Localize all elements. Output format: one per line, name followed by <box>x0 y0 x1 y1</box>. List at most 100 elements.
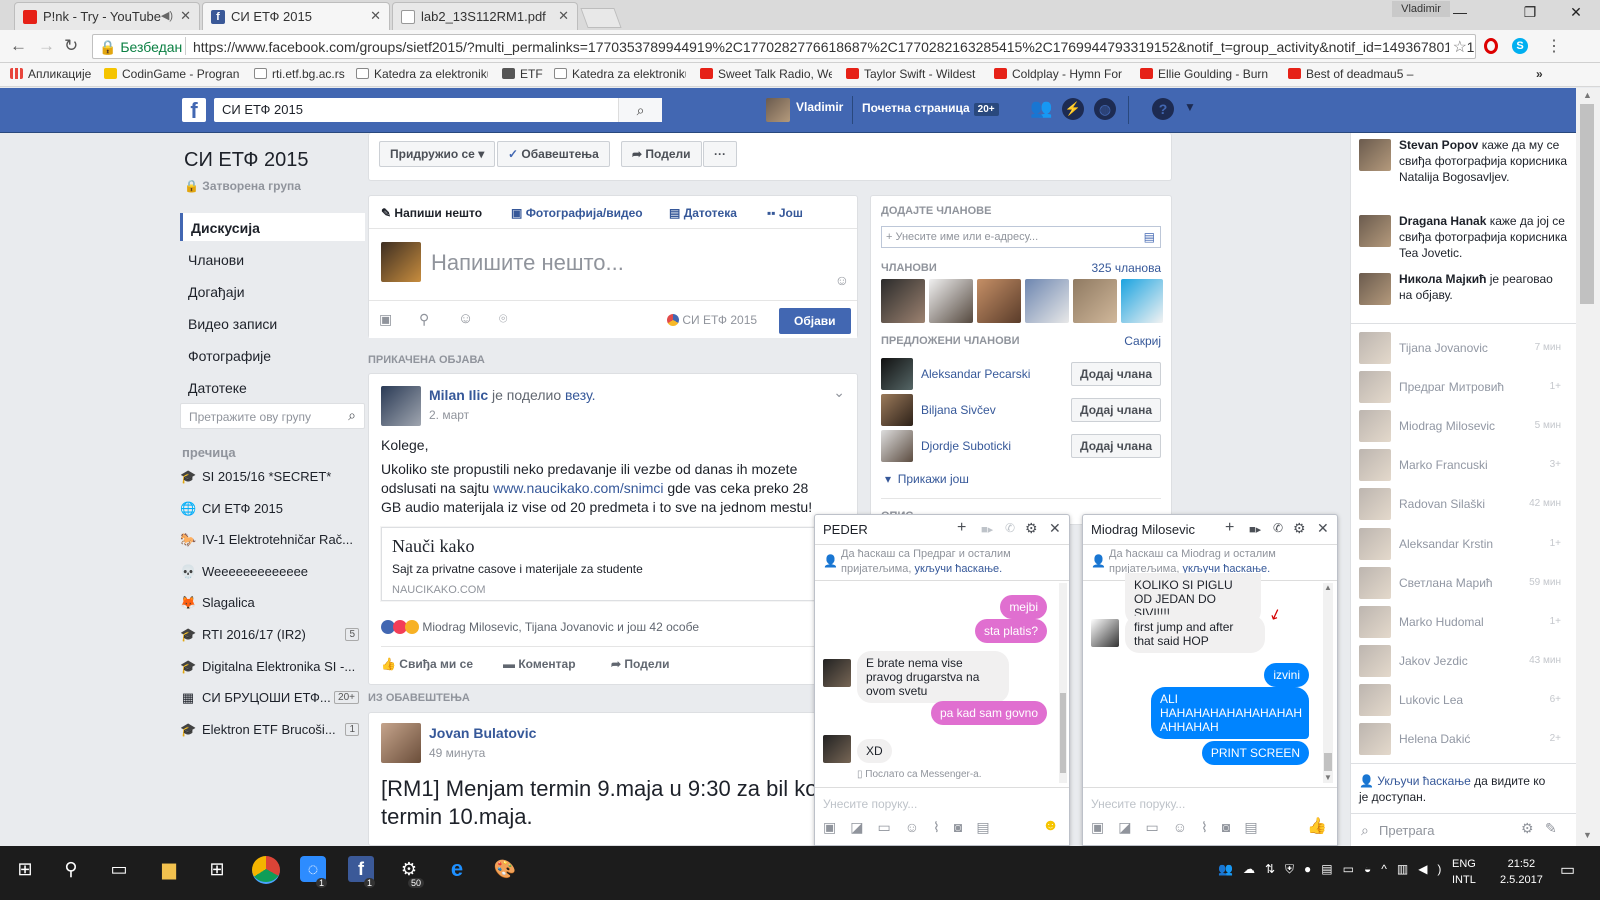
post-input[interactable]: Напишите нешто... <box>431 250 624 276</box>
emoji-icon[interactable]: ☺ <box>1173 819 1201 835</box>
camera-icon[interactable]: ◙ <box>954 819 976 835</box>
share-button[interactable]: ➦ Подели <box>621 141 702 167</box>
gear-icon[interactable]: ⚙ <box>1521 820 1534 837</box>
windows-start-icon[interactable]: ⊞ <box>12 856 38 882</box>
search-icon[interactable]: ⌕ <box>348 407 356 424</box>
facebook-logo-icon[interactable]: f <box>182 98 206 123</box>
add-member-button[interactable]: Додај члана <box>1071 434 1162 458</box>
scrollbar-thumb[interactable] <box>1324 753 1332 771</box>
share-post-button[interactable]: ➦ Подели <box>611 657 670 671</box>
member-avatar[interactable] <box>1073 279 1117 323</box>
contact-item[interactable]: Marko Francuski 3+ <box>1351 446 1571 485</box>
app-icon[interactable]: ● <box>1304 862 1321 876</box>
contact-item[interactable]: Helena Dakić 2+ <box>1351 720 1571 759</box>
turn-on-chat-link[interactable]: Укључи ћаскање <box>1377 774 1470 788</box>
bookmark-item[interactable]: Ellie Goulding - Burn <box>1140 67 1270 81</box>
member-avatar[interactable] <box>977 279 1021 323</box>
post-link[interactable]: www.naucikako.com/snimci <box>493 480 663 496</box>
nav-photos[interactable]: Фотографије <box>180 341 365 369</box>
shortcut-group-item[interactable]: 🎓 Elektron ETF Brucoši... 1 <box>180 722 365 738</box>
show-more-link[interactable]: ▾ Прикажи још <box>885 472 969 486</box>
action-center-icon[interactable]: ▭ <box>1560 860 1575 880</box>
avatar[interactable] <box>881 430 913 462</box>
emoji-reaction-icon[interactable]: ☻ <box>1042 817 1059 835</box>
shortcut-group-item[interactable]: 🌐 СИ ЕТФ 2015 <box>180 501 365 517</box>
activity-item[interactable]: Никола Мајкић је реаговао на објаву. <box>1359 271 1569 331</box>
bookmark-item[interactable]: Best of deadmau5 – <box>1288 67 1424 81</box>
member-avatar[interactable] <box>1121 279 1163 323</box>
contact-item[interactable]: Radovan Silaški 42 мин <box>1351 485 1571 524</box>
scroll-up-icon[interactable]: ▲ <box>1583 90 1592 100</box>
nav-members[interactable]: Чланови <box>180 245 365 273</box>
sticker-icon[interactable]: ◪ <box>850 819 877 835</box>
photo-icon[interactable]: ▣ <box>379 311 392 328</box>
sticker-icon[interactable]: ◪ <box>1118 819 1145 835</box>
chat-scrollbar[interactable]: ▲ ▼ <box>1323 583 1333 783</box>
bookmark-item[interactable]: Taylor Swift - Wildest <box>846 67 980 81</box>
new-tab-button[interactable] <box>580 8 622 28</box>
tab-file[interactable]: ▤ Датотека <box>669 206 737 220</box>
avatar[interactable] <box>881 358 913 390</box>
contact-item[interactable]: Jakov Jezdic 43 мин <box>1351 642 1571 681</box>
clipboard-icon[interactable]: ▤ <box>976 819 1003 835</box>
address-bar[interactable]: 🔒 Безбедан https://www.facebook.com/grou… <box>92 34 1476 59</box>
close-tab-icon[interactable]: ✕ <box>370 8 381 24</box>
post-button[interactable]: Објави <box>779 308 851 334</box>
shield-icon[interactable]: ⛨ <box>1285 862 1304 876</box>
suggested-name[interactable]: Aleksandar Pecarski <box>921 367 1030 381</box>
menu-icon[interactable]: ⋮ <box>1546 36 1562 56</box>
attachment-icon[interactable]: ⌇ <box>933 819 954 835</box>
file-explorer-icon[interactable]: ▆ <box>156 856 182 882</box>
scroll-down-icon[interactable]: ▼ <box>1324 773 1332 782</box>
search-icon[interactable]: ⌕ <box>618 98 662 122</box>
more-options-button[interactable]: ··· <box>703 141 737 167</box>
contact-item[interactable]: Miodrag Milosevic 5 мин <box>1351 407 1571 446</box>
notifications-globe-icon[interactable]: ◍ <box>1094 98 1116 120</box>
add-person-icon[interactable]: + <box>957 519 966 537</box>
joined-button[interactable]: Придружио се ▾ <box>379 141 496 167</box>
tag-people-icon[interactable]: ⚲ <box>419 311 429 328</box>
nav-discussion[interactable]: Дискусија <box>180 213 365 241</box>
facebook-search-input[interactable]: СИ ЕТФ 2015 ⌕ <box>214 98 662 122</box>
scrollbar-thumb[interactable] <box>1060 693 1066 773</box>
clipboard-icon[interactable]: ▤ <box>1244 819 1271 835</box>
display-icon[interactable]: ▭ <box>1343 862 1364 876</box>
volume-icon[interactable]: ◀) <box>1418 862 1451 876</box>
messenger-icon[interactable]: ⚡ <box>1062 98 1084 120</box>
notifications-button[interactable]: ✓ Обавештења <box>497 141 610 167</box>
feeling-icon[interactable]: ☺ <box>458 310 473 327</box>
bookmark-item[interactable]: Katedra za elektroniku <box>554 67 686 81</box>
add-member-input[interactable]: + Унесите име или е-адресу... ▤ <box>881 226 1161 248</box>
chat-title[interactable]: PEDER <box>823 522 868 537</box>
friend-requests-icon[interactable]: 👥 <box>1030 98 1052 119</box>
maximize-icon[interactable]: ❐ <box>1520 4 1540 21</box>
avatar[interactable] <box>766 98 790 122</box>
gif-icon[interactable]: ▭ <box>1145 819 1172 835</box>
member-avatar[interactable] <box>881 279 925 323</box>
edge-icon[interactable]: e <box>444 856 470 882</box>
members-count-link[interactable]: 325 чланова <box>1092 261 1162 275</box>
suggested-name[interactable]: Djordje Suboticki <box>921 439 1011 453</box>
emoji-icon[interactable]: ☺ <box>835 272 849 288</box>
contact-item[interactable]: Lukovic Lea 6+ <box>1351 681 1571 720</box>
contact-item[interactable]: Предраг Митровић 1+ <box>1351 368 1571 407</box>
comment-button[interactable]: ▬ Коментар <box>503 657 576 671</box>
hide-suggestions-link[interactable]: Сакриј <box>1124 334 1161 348</box>
close-icon[interactable]: ✕ <box>1317 520 1329 537</box>
sidebar-search-input[interactable]: ⌕ Претрага ⚙ ✎ <box>1351 813 1577 846</box>
browser-tab-pdf[interactable]: lab2_13S112RM1.pdf ✕ <box>392 2 578 30</box>
avatar[interactable] <box>881 394 913 426</box>
bookmark-item[interactable]: ETF <box>502 67 543 81</box>
browser-tab-facebook[interactable]: f СИ ЕТФ 2015 ✕ <box>202 2 390 30</box>
activity-item[interactable]: Dragana Hanak каже да јој се свиђа фотог… <box>1359 213 1569 273</box>
close-tab-icon[interactable]: ✕ <box>180 8 191 24</box>
member-avatar[interactable] <box>1025 279 1069 323</box>
link-preview[interactable]: Nauči kako Sajt za privatne casove i mat… <box>381 527 847 601</box>
chat-header[interactable]: Miodrag Milosevic + ■▸ ✆ ⚙ ✕ <box>1083 515 1337 545</box>
tab-write-post[interactable]: ✎ Напиши нешто <box>381 206 482 220</box>
gif-icon[interactable]: ▭ <box>877 819 904 835</box>
shortcut-group-item[interactable]: 💀 Weeeeeeeeeeeee <box>180 564 365 580</box>
close-window-icon[interactable]: ✕ <box>1566 4 1586 21</box>
network-icon[interactable]: ▥ <box>1397 862 1418 876</box>
photo-icon[interactable]: ▣ <box>823 819 850 835</box>
